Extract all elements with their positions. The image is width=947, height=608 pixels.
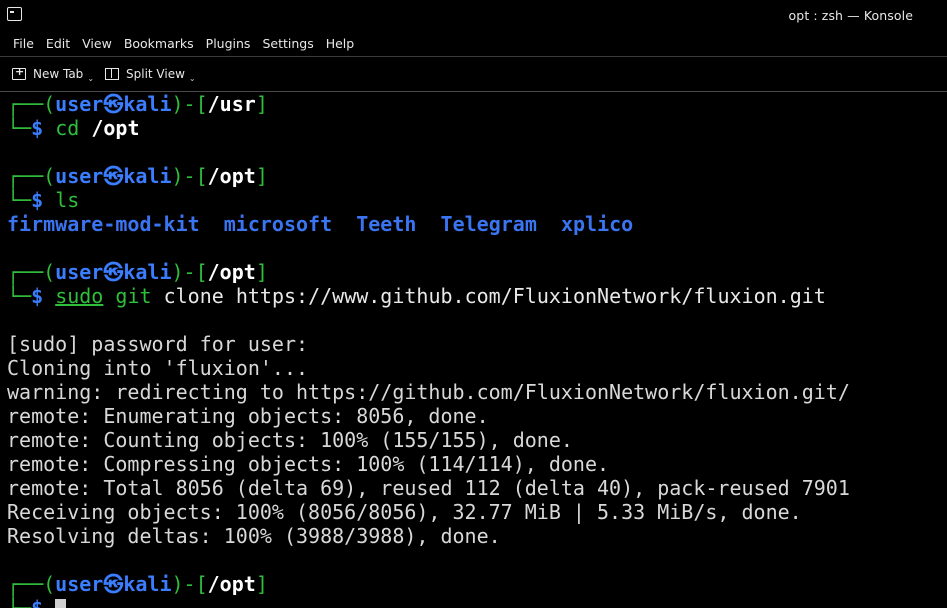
prompt-corner-bottom: └─ [7,596,32,608]
prompt-bracket-close: ] [255,572,268,596]
prompt-corner: ┌──( [7,92,56,116]
prompt-corner-bottom: └─ [7,284,32,308]
prompt-bracket-close: ] [255,260,268,284]
menu-bookmarks[interactable]: Bookmarks [115,32,199,56]
prompt-dollar: $ [31,188,56,212]
menu-file[interactable]: File [4,32,39,56]
prompt-bracket: )-[ [171,92,208,116]
output-line: Cloning into 'fluxion'... [7,356,309,380]
menu-settings[interactable]: Settings [253,32,318,56]
konsole-app-icon[interactable] [7,7,22,21]
prompt-corner: ┌──( [7,164,56,188]
prompt-user: user [55,572,104,596]
prompt-user: user [55,92,104,116]
text-cursor [55,599,67,608]
konsole-window: opt : zsh — Konsole File Edit View Bookm… [0,0,947,608]
output-line: Resolving deltas: 100% (3988/3988), done… [7,524,501,548]
menu-view[interactable]: View [73,32,117,56]
output-line: remote: Total 8056 (delta 69), reused 11… [7,476,850,500]
prompt-dollar: $ [31,596,56,608]
title-bar[interactable]: opt : zsh — Konsole [0,0,947,32]
command-name: cd [55,116,80,140]
split-view-icon [105,68,119,80]
prompt-dollar: $ [31,284,56,308]
prompt-user: user [55,164,104,188]
menu-plugins[interactable]: Plugins [197,32,256,56]
toolbar: New Tab ⌄ Split View ⌄ [0,57,947,91]
prompt-host: kali [123,572,172,596]
directory-entry: firmware-mod-kit [7,212,200,236]
new-tab-icon [12,65,26,80]
command-line-current[interactable]: └─$ [7,596,67,608]
output-line: remote: Compressing objects: 100% (114/1… [7,452,610,476]
prompt-corner-bottom: └─ [7,188,32,212]
terminal-area[interactable]: ┌──(user㉿kali)-[/usr] └─$ cd /opt ┌──(us… [0,92,947,608]
directory-entry: microsoft [223,212,333,236]
menu-help[interactable]: Help [317,32,360,56]
prompt-bracket: )-[ [171,572,208,596]
window-title: opt : zsh — Konsole [788,8,913,23]
prompt-corner: ┌──( [7,260,56,284]
prompt-corner: ┌──( [7,572,56,596]
prompt-at-icon: ㉿ [103,572,124,596]
split-view-dropdown-icon[interactable]: ⌄ [189,74,196,83]
prompt-dollar: $ [31,116,56,140]
prompt-cwd: /opt [207,572,256,596]
prompt-cwd: /opt [207,164,256,188]
prompt-host: kali [123,92,172,116]
prompt-line: ┌──(user㉿kali)-[/opt] [7,260,268,284]
prompt-line: ┌──(user㉿kali)-[/opt] [7,164,268,188]
menu-bar: File Edit View Bookmarks Plugins Setting… [0,32,947,56]
prompt-bracket: )-[ [171,260,208,284]
command-line: └─$ ls [7,188,79,212]
prompt-cwd: /opt [207,260,256,284]
directory-entry: Teeth [356,212,417,236]
new-tab-button[interactable]: New Tab ⌄ [12,65,94,83]
output-line: [sudo] password for user: [7,332,309,356]
prompt-bracket-close: ] [255,92,268,116]
prompt-user: user [55,260,104,284]
output-line: remote: Enumerating objects: 8056, done. [7,404,489,428]
prompt-at-icon: ㉿ [103,260,124,284]
output-line: Receiving objects: 100% (8056/8056), 32.… [7,500,802,524]
prompt-host: kali [123,164,172,188]
command-args: /opt [79,116,140,140]
prompt-line: ┌──(user㉿kali)-[/opt] [7,572,268,596]
command-line: └─$ cd /opt [7,116,140,140]
command-name: git [115,284,152,308]
prompt-corner-bottom: └─ [7,116,32,140]
output-line: remote: Counting objects: 100% (155/155)… [7,428,573,452]
command-args: clone https://www.github.com/FluxionNetw… [151,284,826,308]
output-line: warning: redirecting to https://github.c… [7,380,850,404]
prompt-bracket: )-[ [171,164,208,188]
command-sudo: sudo [55,284,104,308]
split-view-button[interactable]: Split View ⌄ [105,65,196,83]
prompt-host: kali [123,260,172,284]
menu-edit[interactable]: Edit [37,32,75,56]
prompt-at-icon: ㉿ [103,92,124,116]
new-tab-dropdown-icon[interactable]: ⌄ [87,74,94,83]
prompt-cwd: /usr [207,92,256,116]
prompt-line: ┌──(user㉿kali)-[/usr] [7,92,268,116]
directory-entry: xplico [560,212,634,236]
split-view-label: Split View [126,67,185,81]
directory-entry: Telegram [440,212,537,236]
command-name: ls [55,188,80,212]
new-tab-label: New Tab [33,67,84,81]
prompt-at-icon: ㉿ [103,164,124,188]
command-line: └─$ sudo git clone https://www.github.co… [7,284,826,308]
ls-output-line: firmware-mod-kit microsoft Teeth Telegra… [7,212,633,236]
prompt-bracket-close: ] [255,164,268,188]
